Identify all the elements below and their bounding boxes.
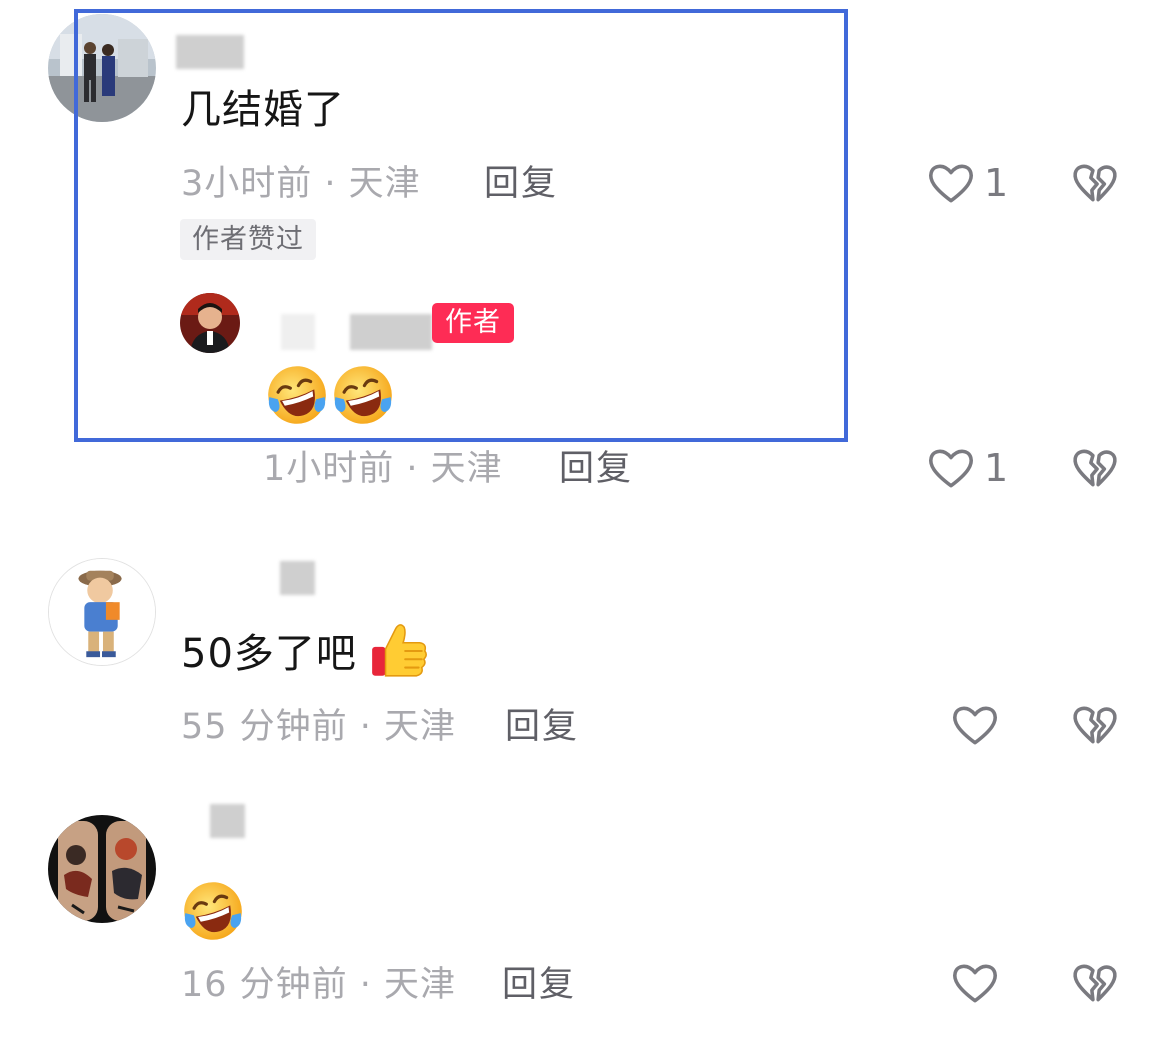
- dislike-button[interactable]: [1070, 158, 1120, 208]
- reply-button[interactable]: 回复: [484, 164, 558, 204]
- author-badge: 作者: [432, 303, 514, 343]
- like-count: 1: [984, 446, 1009, 490]
- rolling-laugh-emoji: [181, 879, 245, 943]
- dislike-button[interactable]: [1070, 700, 1120, 750]
- thumbs-up-emoji: [368, 620, 430, 682]
- like-button[interactable]: 1: [926, 443, 1008, 493]
- like-count: 1: [984, 161, 1009, 205]
- comment-text: 50多了吧: [181, 631, 357, 677]
- comment-time-location: 1小时前 · 天津: [263, 449, 503, 489]
- reply-button[interactable]: 回复: [502, 965, 576, 1005]
- author-liked-badge: 作者赞过: [180, 219, 316, 260]
- username-blurred[interactable]: [281, 314, 315, 350]
- comment-text: 几结婚了: [181, 87, 345, 133]
- like-button[interactable]: 1: [926, 158, 1008, 208]
- dislike-button[interactable]: [1070, 443, 1120, 493]
- username-blurred[interactable]: [210, 804, 245, 838]
- rolling-laugh-emoji: [331, 363, 395, 427]
- rolling-laugh-emoji: [265, 363, 329, 427]
- broken-heart-icon: [1070, 958, 1120, 1008]
- broken-heart-icon: [1070, 158, 1120, 208]
- heart-outline-icon: [950, 700, 1000, 750]
- heart-outline-icon: [926, 158, 976, 208]
- comment-time-location: 55 分钟前 · 天津: [181, 707, 457, 747]
- dislike-button[interactable]: [1070, 958, 1120, 1008]
- broken-heart-icon: [1070, 700, 1120, 750]
- username-blurred[interactable]: [176, 35, 244, 69]
- broken-heart-icon: [1070, 443, 1120, 493]
- avatar[interactable]: [48, 558, 156, 666]
- reply-button[interactable]: 回复: [559, 449, 633, 489]
- comment-time-location: 3小时前 · 天津: [181, 164, 421, 204]
- username-blurred[interactable]: [280, 561, 315, 595]
- reply-button[interactable]: 回复: [505, 707, 579, 747]
- username-blurred[interactable]: [350, 314, 432, 350]
- avatar[interactable]: [48, 815, 156, 923]
- heart-outline-icon: [950, 958, 1000, 1008]
- comment-time-location: 16 分钟前 · 天津: [181, 965, 457, 1005]
- like-button[interactable]: [950, 700, 1000, 750]
- heart-outline-icon: [926, 443, 976, 493]
- like-button[interactable]: [950, 958, 1000, 1008]
- avatar[interactable]: [48, 14, 156, 122]
- avatar[interactable]: [180, 293, 240, 353]
